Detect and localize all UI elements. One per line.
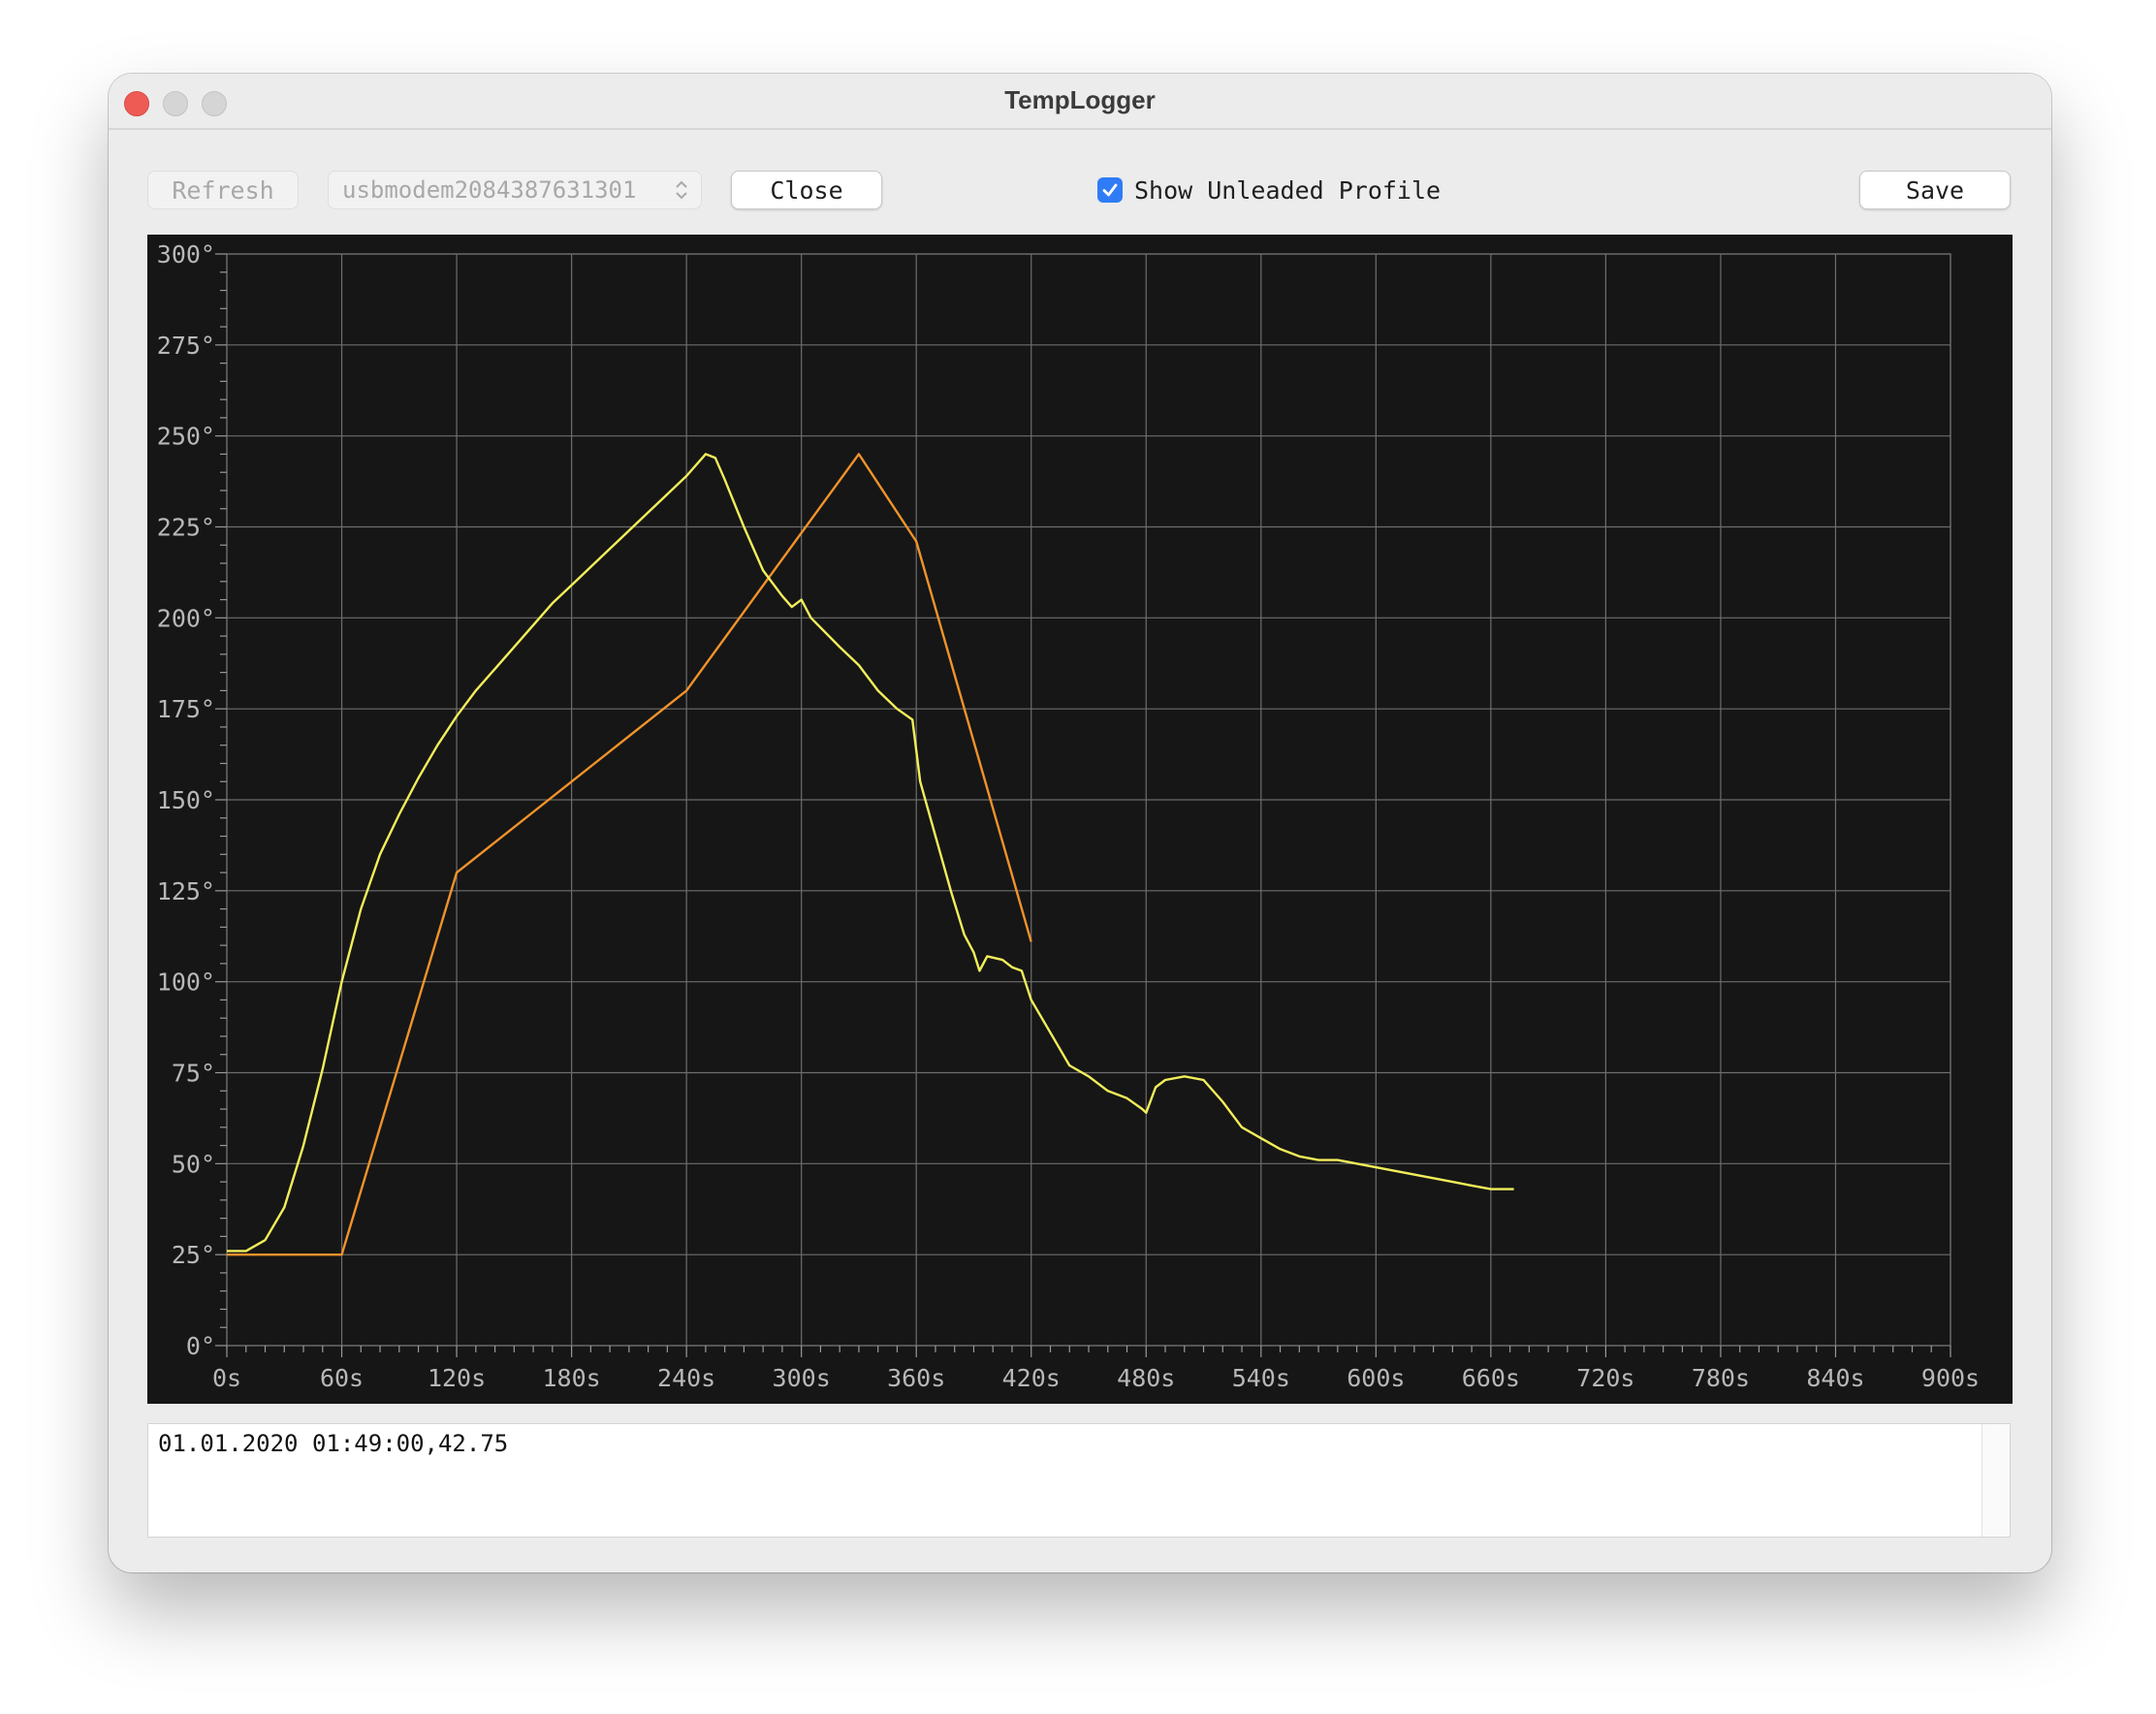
y-tick-label: 50° xyxy=(172,1150,215,1178)
y-tick-label: 200° xyxy=(157,604,215,632)
x-tick-label: 480s xyxy=(1117,1364,1175,1392)
y-tick-label: 150° xyxy=(157,786,215,814)
x-tick-label: 0s xyxy=(212,1364,241,1392)
unleaded-profile-line xyxy=(227,453,1032,1256)
profile-checkbox-label: Show Unleaded Profile xyxy=(1134,175,1442,205)
x-tick-label: 780s xyxy=(1692,1364,1750,1392)
y-tick-label: 25° xyxy=(172,1241,215,1269)
x-tick-label: 840s xyxy=(1806,1364,1864,1392)
port-select-value: usbmodem2084387631301 xyxy=(342,176,637,204)
title-bar: TempLogger xyxy=(109,74,2051,130)
y-tick-label: 300° xyxy=(157,240,215,269)
x-tick-label: 60s xyxy=(320,1364,364,1392)
log-scrollbar[interactable] xyxy=(1982,1424,2010,1537)
y-tick-label: 0° xyxy=(186,1332,215,1360)
y-tick-label: 225° xyxy=(157,514,215,542)
y-tick-label: 100° xyxy=(157,968,215,997)
close-button[interactable]: Close xyxy=(731,171,882,209)
measured-temperature-line xyxy=(227,453,1514,1253)
y-tick-label: 275° xyxy=(157,332,215,360)
x-tick-label: 180s xyxy=(542,1364,600,1392)
x-tick-label: 660s xyxy=(1462,1364,1520,1392)
save-button[interactable]: Save xyxy=(1859,171,2011,209)
log-output[interactable]: 01.01.2020 01:49:00,42.75 xyxy=(147,1423,2011,1538)
temperature-chart: 0s 60s 120s 180s 240s 300s 360s 420s 480s 540s 600… xyxy=(147,235,2013,1404)
x-tick-label: 600s xyxy=(1347,1364,1405,1392)
x-tick-label: 360s xyxy=(887,1364,945,1392)
show-profile-toggle[interactable]: Show Unleaded Profile xyxy=(1097,171,1441,209)
temperature-chart-svg: 0s 60s 120s 180s 240s 300s 360s 420s 480s 540s 600… xyxy=(157,240,1980,1392)
x-tick-label: 420s xyxy=(1002,1364,1061,1392)
x-tick-label: 240s xyxy=(657,1364,715,1392)
y-tick-label: 175° xyxy=(157,695,215,723)
x-tick-label: 540s xyxy=(1232,1364,1290,1392)
x-tick-label: 720s xyxy=(1576,1364,1634,1392)
profile-checkbox[interactable] xyxy=(1097,177,1123,203)
y-tick-label: 75° xyxy=(172,1060,215,1088)
app-window: TempLogger Refresh usbmodem2084387631301… xyxy=(109,74,2051,1572)
port-select[interactable]: usbmodem2084387631301 xyxy=(328,171,702,209)
x-tick-label: 120s xyxy=(428,1364,486,1392)
x-tick-label: 900s xyxy=(1921,1364,1980,1392)
log-text: 01.01.2020 01:49:00,42.75 xyxy=(158,1430,509,1457)
chevron-updown-icon xyxy=(676,180,687,200)
window-title: TempLogger xyxy=(1004,85,1156,114)
checkmark-icon xyxy=(1102,183,1118,197)
y-tick-label: 250° xyxy=(157,423,215,451)
y-tick-label: 125° xyxy=(157,877,215,905)
x-tick-label: 300s xyxy=(773,1364,831,1392)
refresh-button[interactable]: Refresh xyxy=(147,171,299,209)
